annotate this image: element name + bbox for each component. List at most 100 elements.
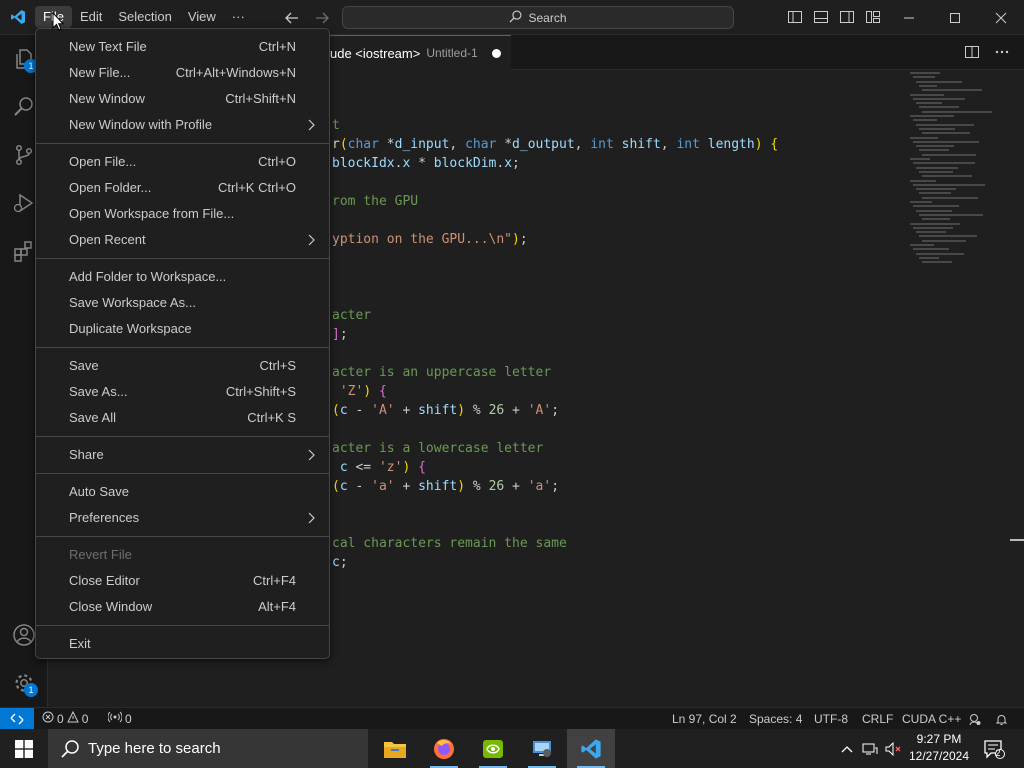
minimap-line (910, 158, 930, 160)
file-menu-item-preferences[interactable]: Preferences (40, 505, 325, 531)
minimap-line (910, 136, 938, 139)
file-menu-item-open-file[interactable]: Open File... Ctrl+O (40, 149, 325, 175)
file-menu-item-close-window[interactable]: Close Window Alt+F4 (40, 594, 325, 620)
code-token: ) (754, 137, 763, 152)
system-clock[interactable]: 9:27 PM 12/27/2024 (904, 731, 974, 765)
code-text: ]; (332, 325, 348, 344)
indentation[interactable]: Spaces: 4 (749, 708, 802, 730)
minimap-line (913, 119, 937, 122)
file-menu-item-new-window[interactable]: New Window Ctrl+Shift+N (40, 86, 325, 112)
file-menu-item-save[interactable]: Save Ctrl+S (40, 353, 325, 379)
code-token: ; (339, 327, 348, 342)
problems-status[interactable]: 0 0 (42, 708, 88, 730)
file-menu-item-new-text-file[interactable]: New Text File Ctrl+N (40, 34, 325, 60)
taskbar-search-box[interactable]: Type here to search (48, 729, 368, 768)
tray-chevron-up-icon[interactable] (838, 729, 856, 768)
notification-center-icon[interactable]: 2 (980, 729, 1008, 768)
code-token: % (465, 403, 489, 418)
menu-item-label: Duplicate Workspace (69, 321, 192, 336)
file-menu-item-exit[interactable]: Exit (40, 631, 325, 657)
file-menu-item-open-folder[interactable]: Open Folder... Ctrl+K Ctrl+O (40, 175, 325, 201)
cursor-position[interactable]: Ln 97, Col 2 (672, 708, 737, 730)
minimap-line (922, 89, 982, 92)
nvidia-icon[interactable] (469, 729, 517, 768)
minimap[interactable] (910, 70, 1010, 270)
code-token: r (332, 137, 340, 152)
code-token: 'a' (527, 479, 552, 494)
code-token: d_input (394, 137, 450, 152)
file-menu-item-close-editor[interactable]: Close Editor Ctrl+F4 (40, 568, 325, 594)
file-menu-item-new-window-with-profile[interactable]: New Window with Profile (40, 112, 325, 138)
remote-desktop-icon[interactable] (518, 729, 566, 768)
forward-arrow-icon[interactable] (312, 8, 332, 28)
editor-tab[interactable]: ude <iostream> Untitled-1 (330, 35, 511, 70)
copilot-icon[interactable] (968, 708, 981, 730)
file-explorer-icon[interactable] (371, 729, 419, 768)
remote-indicator-icon[interactable] (0, 708, 34, 730)
scrollbar-marker[interactable] (1010, 539, 1024, 541)
file-menu-item-duplicate-workspace[interactable]: Duplicate Workspace (40, 316, 325, 342)
windows-start-icon[interactable] (0, 729, 48, 768)
minimap-line (922, 196, 978, 199)
chevron-right-icon (307, 112, 315, 140)
file-menu-dropdown: New Text File Ctrl+N New File... Ctrl+Alt+W… (35, 28, 330, 659)
menu-edit[interactable]: Edit (72, 6, 110, 28)
toggle-panel-icon[interactable] (812, 8, 830, 26)
ports-status[interactable]: 0 (107, 708, 132, 730)
manage-gear-icon[interactable]: 1 (8, 667, 40, 699)
code-token: - (347, 403, 372, 418)
windows-taskbar: Type here to search 9:27 PM 12/27/2024 2 (0, 729, 1024, 768)
vscode-taskbar-icon[interactable] (567, 729, 615, 768)
minimap-line (916, 145, 954, 148)
file-menu-item-new-file[interactable]: New File... Ctrl+Alt+Windows+N (40, 60, 325, 86)
notifications-bell-icon[interactable] (995, 708, 1008, 730)
end-of-line[interactable]: CRLF (862, 708, 893, 730)
file-menu-item-auto-save[interactable]: Auto Save (40, 479, 325, 505)
code-token: 'a' (371, 479, 395, 494)
menu-item-shortcut: Ctrl+Shift+S (225, 384, 296, 399)
network-icon[interactable] (860, 729, 880, 768)
toggle-secondary-sidebar-icon[interactable] (838, 8, 856, 26)
close-icon[interactable] (978, 0, 1024, 35)
code-token: - (347, 479, 372, 494)
code-text: acter is a lowercase letter (332, 439, 543, 458)
customize-layout-icon[interactable] (864, 8, 882, 26)
toggle-primary-sidebar-icon[interactable] (786, 8, 804, 26)
menu-selection[interactable]: Selection (110, 6, 179, 28)
menu-item-label: Open Folder... (69, 180, 152, 195)
menu-more-button[interactable]: ··· (224, 6, 253, 28)
code-token: + (394, 403, 419, 418)
code-token: ; (519, 232, 528, 247)
minimap-line (910, 222, 960, 225)
file-menu-item-open-recent[interactable]: Open Recent (40, 227, 325, 253)
file-menu-item-save-all[interactable]: Save All Ctrl+K S (40, 405, 325, 431)
firefox-icon[interactable] (420, 729, 468, 768)
unsaved-dot-icon[interactable] (491, 48, 501, 58)
more-actions-icon[interactable] (994, 44, 1010, 63)
minimap-line (919, 170, 953, 173)
minimap-line (913, 226, 953, 229)
command-center-search[interactable]: Search (342, 6, 734, 29)
file-menu-item-save-as[interactable]: Save As... Ctrl+Shift+S (40, 379, 325, 405)
split-editor-icon[interactable] (964, 44, 980, 63)
minimize-icon[interactable] (886, 0, 932, 35)
error-icon (42, 708, 54, 730)
file-menu-item-add-folder-to-workspace[interactable]: Add Folder to Workspace... (40, 264, 325, 290)
minimap-line (910, 72, 940, 74)
code-token: char (465, 137, 497, 152)
maximize-icon[interactable] (932, 0, 978, 35)
file-menu-item-save-workspace-as[interactable]: Save Workspace As... (40, 290, 325, 316)
menu-view[interactable]: View (180, 6, 224, 28)
menu-item-shortcut: Ctrl+F4 (253, 573, 296, 588)
language-mode[interactable]: CUDA C++ (902, 708, 961, 730)
menu-item-label: Save Workspace As... (69, 295, 196, 310)
file-menu-item-open-workspace-from-file[interactable]: Open Workspace from File... (40, 201, 325, 227)
menu-item-label: Open Workspace from File... (69, 206, 235, 221)
back-arrow-icon[interactable] (282, 8, 302, 28)
minimap-line (922, 132, 970, 135)
minimap-line (916, 231, 946, 234)
code-token: % (465, 479, 489, 494)
file-menu-item-share[interactable]: Share (40, 442, 325, 468)
volume-muted-icon[interactable] (884, 729, 904, 768)
encoding[interactable]: UTF-8 (814, 708, 848, 730)
